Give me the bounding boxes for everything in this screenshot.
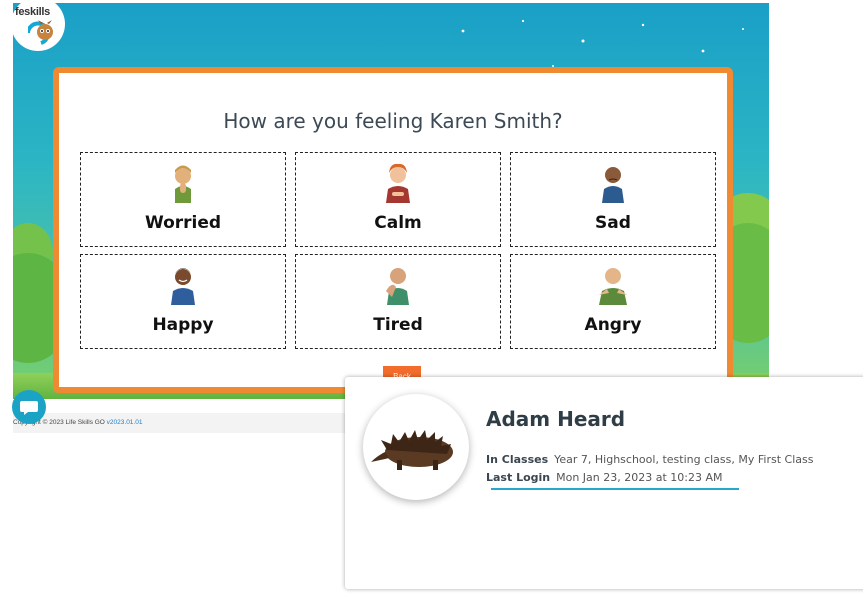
underline-divider bbox=[491, 488, 739, 490]
tired-character-icon bbox=[386, 268, 409, 305]
classes-row: In Classes Year 7, Highschool, testing cl… bbox=[486, 453, 813, 466]
happy-character-icon bbox=[171, 268, 195, 305]
angry-character-icon bbox=[599, 268, 627, 305]
feeling-label: Tired bbox=[373, 315, 423, 335]
last-login-row: Last Login Mon Jan 23, 2023 at 10:23 AM bbox=[486, 471, 723, 484]
lifeskills-go-logo[interactable]: feskills GO bbox=[13, 3, 67, 51]
last-login-label: Last Login bbox=[486, 471, 551, 484]
feeling-label: Worried bbox=[144, 213, 222, 233]
feeling-option-tired[interactable]: Tired bbox=[295, 254, 501, 349]
feeling-label: Happy bbox=[152, 315, 214, 335]
classes-label: In Classes bbox=[486, 453, 549, 466]
feeling-option-calm[interactable]: Calm bbox=[295, 152, 501, 247]
feeling-option-angry[interactable]: Angry bbox=[510, 254, 716, 349]
emotion-checkin-screen: feskills GO How are you feeling Karen Sm… bbox=[13, 3, 769, 399]
chat-support-button[interactable] bbox=[12, 390, 46, 424]
feeling-option-worried[interactable]: Worried bbox=[80, 152, 286, 247]
feeling-label: Calm bbox=[374, 213, 422, 233]
chat-bubble-icon bbox=[20, 401, 38, 415]
last-login-value: Mon Jan 23, 2023 at 10:23 AM bbox=[556, 471, 723, 484]
student-profile-card: Adam Heard In Classes Year 7, Highschool,… bbox=[345, 377, 863, 589]
student-name: Adam Heard bbox=[486, 407, 626, 431]
echidna-avatar-icon bbox=[371, 430, 453, 470]
sad-character-icon bbox=[602, 167, 624, 203]
copyright-footer: Copyright © 2023 Life Skills GO v2023.01… bbox=[13, 413, 348, 433]
logo-mascot-icon bbox=[28, 20, 53, 45]
feelings-question: How are you feeling Karen Smith? bbox=[223, 109, 563, 133]
classes-value: Year 7, Highschool, testing class, My Fi… bbox=[554, 453, 814, 466]
worried-character-icon bbox=[175, 165, 191, 203]
feelings-card: How are you feeling Karen Smith? Worried bbox=[53, 67, 733, 393]
feeling-option-sad[interactable]: Sad bbox=[510, 152, 716, 247]
feeling-label: Sad bbox=[595, 213, 631, 233]
calm-character-icon bbox=[386, 163, 410, 203]
avatar[interactable] bbox=[363, 394, 469, 500]
feeling-option-happy[interactable]: Happy bbox=[80, 254, 286, 349]
logo-text: feskills bbox=[15, 6, 50, 18]
version-link[interactable]: v2023.01.01 bbox=[107, 419, 143, 426]
feeling-label: Angry bbox=[584, 315, 642, 335]
